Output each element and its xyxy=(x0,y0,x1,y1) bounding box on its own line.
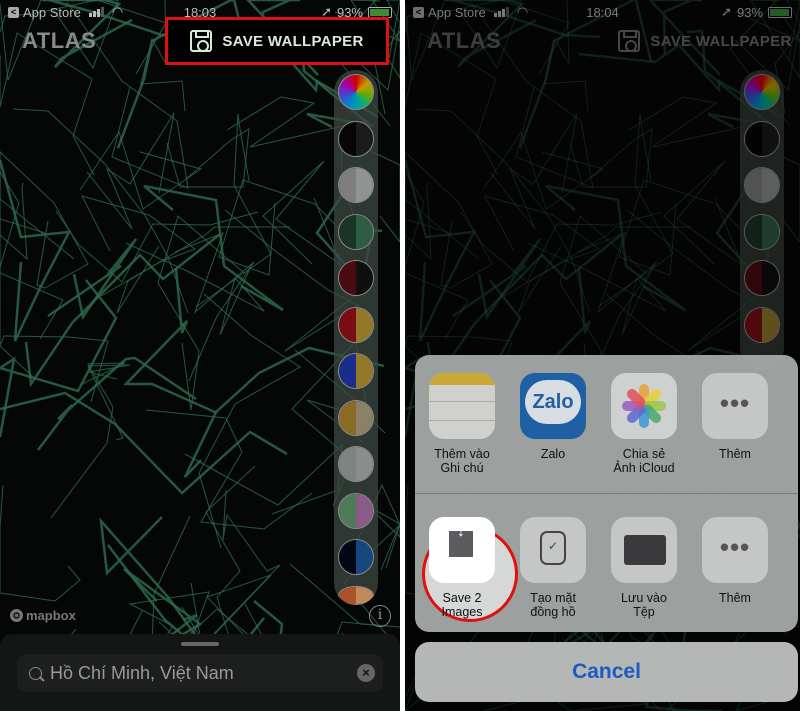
app-label: Zalo xyxy=(540,447,566,461)
share-notes[interactable]: Thêm vào Ghi chú xyxy=(429,373,495,493)
action-label: Lưu vào Tệp xyxy=(621,591,667,619)
app-label: Thêm xyxy=(719,447,751,461)
road xyxy=(204,489,281,644)
search-icon xyxy=(29,666,42,680)
back-app-label[interactable]: App Store xyxy=(23,5,81,20)
road xyxy=(143,184,284,312)
notes-icon xyxy=(429,373,495,439)
save-wallpaper-button[interactable]: SAVE WALLPAPER xyxy=(165,17,389,65)
share-apps-row: Thêm vào Ghi chú Zalo Zalo Chia sẻ Ảnh iC… xyxy=(415,355,798,493)
share-actions-row: ↓ Save 2 Images Tạo mặt đồng hồ Lưu vào T… xyxy=(415,493,798,631)
action-label: Tạo mặt đồng hồ xyxy=(530,591,576,619)
zalo-logo-text: Zalo xyxy=(525,380,581,424)
watch-face-icon xyxy=(520,517,586,583)
road xyxy=(0,335,109,403)
road xyxy=(145,409,313,530)
app-title: ATLAS xyxy=(22,28,97,53)
mapbox-icon xyxy=(10,609,23,622)
color-palette[interactable] xyxy=(334,70,378,605)
color-swatch[interactable] xyxy=(338,446,374,482)
share-sheet: Thêm vào Ghi chú Zalo Zalo Chia sẻ Ảnh iC… xyxy=(415,355,798,632)
info-icon[interactable]: i xyxy=(369,605,391,627)
phone-screen-right: < App Store ◠ 18:04 ➚ 93% ATLAS SAVE WALL… xyxy=(405,0,800,711)
signal-icon xyxy=(88,7,104,17)
mapbox-logo: mapbox xyxy=(10,608,76,623)
save-images-action[interactable]: ↓ Save 2 Images xyxy=(429,517,495,631)
mapbox-label: mapbox xyxy=(26,608,76,623)
battery-icon xyxy=(368,6,392,18)
back-icon[interactable]: < xyxy=(8,6,19,18)
color-swatch[interactable] xyxy=(338,260,374,296)
folder-icon xyxy=(611,517,677,583)
road xyxy=(198,293,301,549)
road xyxy=(37,356,197,451)
color-swatch[interactable] xyxy=(338,167,374,203)
zalo-icon: Zalo xyxy=(520,373,586,439)
road xyxy=(79,130,203,210)
search-input[interactable]: Hồ Chí Minh, Việt Nam × xyxy=(17,654,383,692)
road xyxy=(0,32,95,176)
photos-icon xyxy=(611,373,677,439)
color-swatch[interactable] xyxy=(338,539,374,575)
color-swatch[interactable] xyxy=(338,353,374,389)
save-images-icon: ↓ xyxy=(429,517,495,583)
wifi-icon: ◠ xyxy=(111,4,124,19)
road xyxy=(174,232,255,382)
color-swatch[interactable] xyxy=(338,492,374,529)
cancel-button[interactable]: Cancel xyxy=(415,642,798,702)
road xyxy=(47,238,138,321)
road xyxy=(0,159,72,342)
color-swatch[interactable] xyxy=(338,74,374,110)
search-value: Hồ Chí Minh, Việt Nam xyxy=(50,662,234,683)
share-more-apps[interactable]: ••• Thêm xyxy=(702,373,768,493)
more-icon: ••• xyxy=(702,373,768,439)
save-wallpaper-label: SAVE WALLPAPER xyxy=(222,32,364,50)
search-sheet: Hồ Chí Minh, Việt Nam × xyxy=(0,634,400,711)
app-label: Chia sẻ Ảnh iCloud xyxy=(613,447,675,475)
share-icloud-photos[interactable]: Chia sẻ Ảnh iCloud xyxy=(611,373,677,493)
share-zalo[interactable]: Zalo Zalo xyxy=(520,373,586,493)
color-swatch[interactable] xyxy=(338,306,374,343)
phone-screen-left: < App Store ◠ 18:03 ➚ 93% ATLAS SAVE WALL… xyxy=(0,0,400,711)
road xyxy=(125,242,265,336)
more-icon: ••• xyxy=(702,517,768,583)
save-to-files-action[interactable]: Lưu vào Tệp xyxy=(611,517,677,631)
color-swatch[interactable] xyxy=(338,120,374,157)
color-swatch[interactable] xyxy=(338,213,374,250)
action-label: Thêm xyxy=(719,591,751,605)
watch-face-action[interactable]: Tạo mặt đồng hồ xyxy=(520,517,586,631)
road xyxy=(0,484,81,602)
floppy-disk-icon xyxy=(190,30,213,52)
color-swatch[interactable] xyxy=(338,585,374,605)
road xyxy=(12,108,189,314)
color-swatch[interactable] xyxy=(338,399,374,436)
action-label: Save 2 Images xyxy=(441,591,483,619)
app-label: Thêm vào Ghi chú xyxy=(434,447,490,475)
road xyxy=(86,112,175,230)
clear-icon[interactable]: × xyxy=(357,664,375,682)
road xyxy=(0,151,89,289)
drag-handle[interactable] xyxy=(181,642,219,646)
more-actions[interactable]: ••• Thêm xyxy=(702,517,768,631)
